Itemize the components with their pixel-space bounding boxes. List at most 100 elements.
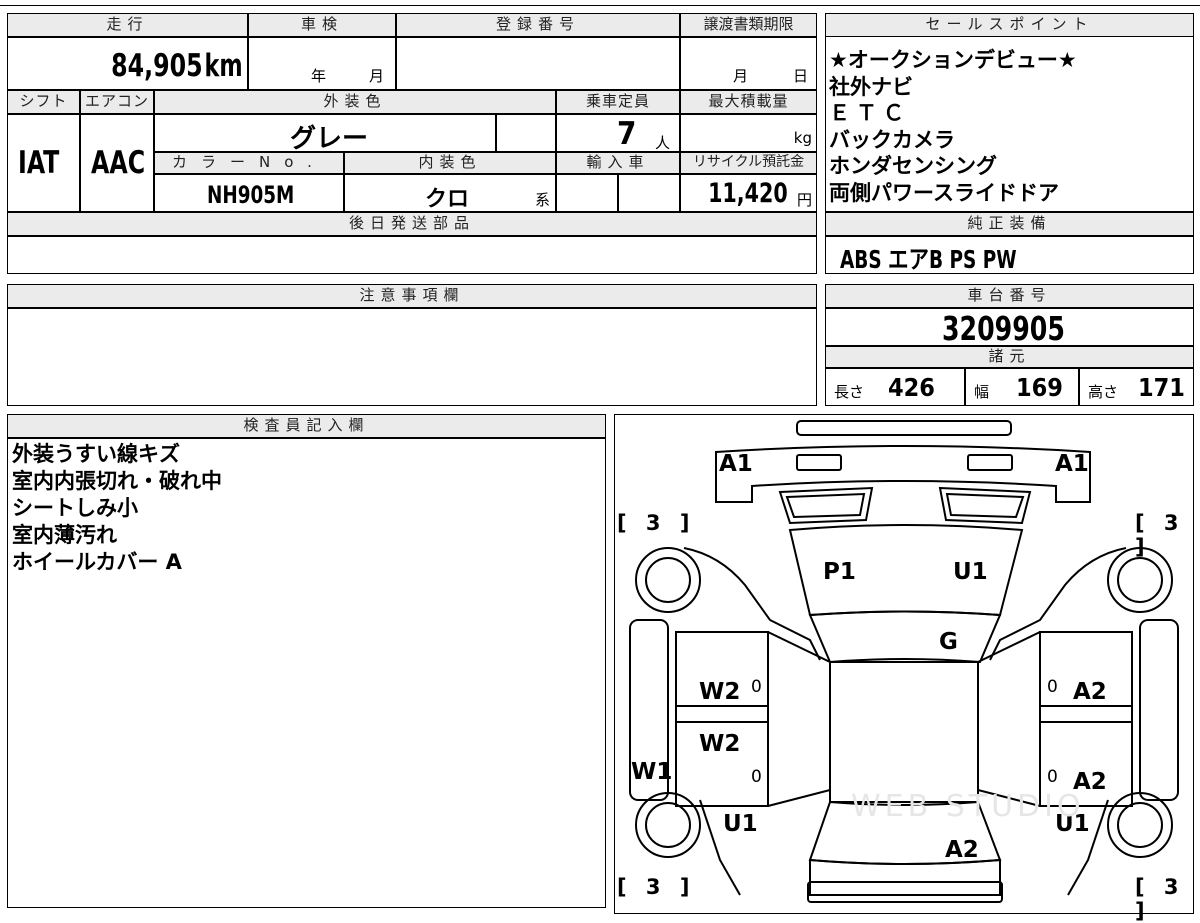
genuine-equipment-cell: ABS エアB PS PW (825, 236, 1194, 274)
ac-cell: AAC (80, 114, 154, 212)
mark-zero-3: 0 (751, 767, 762, 787)
mark-w2-lower: W2 (699, 731, 741, 757)
capacity-value: 7 (617, 116, 637, 152)
spec-width-value: 169 (1016, 373, 1063, 402)
spec-length-value: 426 (888, 373, 935, 402)
sales-point: ホンダセンシング (829, 154, 997, 178)
shaken-cell: 年 月 (248, 37, 396, 90)
later-parts-header: 後日発送部品 (7, 212, 817, 236)
shift-cell: IAT (7, 114, 80, 212)
notes-header: 注意事項欄 (7, 284, 817, 308)
capacity-unit: 人 (655, 134, 671, 152)
transfer-month: 月 (733, 67, 749, 85)
sales-point: 社外ナビ (829, 74, 913, 99)
transfer-deadline-header: 譲渡書類期限 (680, 13, 817, 37)
tire-tread-front-right: [ 3 ] (1135, 511, 1185, 559)
interior-color-header: 内装色 (344, 152, 556, 174)
spec-length-cell: 長さ 426 (825, 368, 965, 406)
shift-value: IAT (18, 145, 60, 181)
tire-tread-front-left: [ 3 ] (617, 511, 696, 535)
registration-header: 登録番号 (396, 13, 680, 37)
inspector-notes-list: 外装うすい線キズ 室内内張切れ・破れ中 シートしみ小 室内薄汚れ ホイールカバー… (12, 441, 602, 576)
interior-color-value: クロ (425, 187, 470, 212)
import-cell-a (556, 174, 618, 212)
chassis-number-cell: 3209905 (825, 308, 1194, 348)
chassis-number-value: 3209905 (942, 309, 1065, 348)
mark-u1-top: U1 (953, 559, 988, 585)
capacity-cell: 7 人 (556, 114, 680, 152)
mileage-unit: km (204, 48, 243, 84)
color-no-value: NH905M (207, 181, 295, 209)
mark-g: G (939, 629, 958, 655)
watermark: WEB STUDIO (851, 789, 1085, 824)
later-parts-cell (7, 236, 817, 274)
mark-zero-1: 0 (751, 677, 762, 697)
recycle-header: リサイクル預託金 (680, 152, 817, 174)
exterior-color-header: 外装色 (154, 90, 556, 114)
notes-cell (7, 308, 817, 406)
transfer-day: 日 (793, 67, 809, 85)
capacity-header: 乗車定員 (556, 90, 680, 114)
mileage-cell: 84,905 km (7, 37, 248, 90)
tire-tread-rear-right: [ 3 ] (1135, 875, 1185, 923)
tire-tread-rear-left: [ 3 ] (617, 875, 696, 899)
sales-points-header: セールスポイント (825, 13, 1194, 37)
recycle-value: 11,420 (708, 178, 788, 209)
exterior-color-extra (496, 114, 556, 152)
mark-zero-4: 0 (1047, 767, 1058, 787)
sales-point: 両側パワースライドドア (829, 180, 1059, 205)
ac-header: エアコン (80, 90, 154, 114)
mark-u1-left: U1 (723, 811, 758, 837)
mark-a1-left: A1 (719, 451, 753, 477)
interior-color-suffix: 系 (535, 191, 551, 209)
shaken-header: 車検 (248, 13, 396, 37)
inspector-note: ホイールカバー A (12, 550, 182, 574)
mileage-header: 走行 (7, 13, 248, 37)
mark-zero-2: 0 (1047, 677, 1058, 697)
registration-cell (396, 37, 680, 90)
sales-point: ＥＴＣ (829, 101, 910, 125)
shaken-year: 年 (311, 67, 327, 85)
recycle-unit: 円 (796, 191, 812, 209)
sales-point: バックカメラ (829, 127, 955, 152)
mark-a2-upper: A2 (1073, 679, 1107, 705)
spec-width-label: 幅 (974, 383, 990, 401)
exterior-color-cell: グレー (154, 114, 496, 154)
genuine-equipment-header: 純正装備 (825, 212, 1194, 236)
spec-height-cell: 高さ 171 (1079, 368, 1194, 406)
inspector-note: 外装うすい線キズ (12, 442, 180, 466)
inspector-notes-header: 検査員記入欄 (7, 414, 606, 438)
exterior-color-value: グレー (290, 124, 369, 154)
top-edge-fragment (0, 0, 1200, 6)
mark-p1: P1 (823, 559, 856, 585)
mark-w2-upper: W2 (699, 679, 741, 705)
mileage-value: 84,905 (111, 48, 203, 84)
import-header: 輸入車 (556, 152, 680, 174)
inspector-note: 室内薄汚れ (12, 523, 117, 547)
mark-a1-right: A1 (1055, 451, 1089, 477)
spec-height-value: 171 (1138, 373, 1185, 402)
mark-a2-rear: A2 (945, 837, 979, 863)
recycle-cell: 11,420 円 (680, 174, 817, 212)
sales-points-list: ★オークションデビュー★ 社外ナビ ＥＴＣ バックカメラ ホンダセンシング 両側… (829, 47, 1189, 206)
mark-w1: W1 (631, 759, 673, 785)
transfer-deadline-cell: 月 日 (680, 37, 817, 90)
spec-width-cell: 幅 169 (965, 368, 1079, 406)
specs-header: 諸元 (825, 346, 1194, 368)
color-no-cell: NH905M (154, 174, 344, 212)
chassis-number-header: 車台番号 (825, 284, 1194, 308)
sales-point: ★オークションデビュー★ (829, 48, 1077, 72)
inspector-note: シートしみ小 (12, 496, 138, 520)
color-no-header: カラーNo. (154, 152, 344, 174)
max-load-cell: kg (680, 114, 817, 152)
ac-value: AAC (91, 145, 146, 181)
shaken-month: 月 (369, 67, 385, 85)
import-cell-b (618, 174, 680, 212)
inspector-note: 室内内張切れ・破れ中 (12, 469, 222, 493)
spec-length-label: 長さ (834, 383, 865, 401)
interior-color-cell: クロ 系 (344, 174, 556, 212)
shift-header: シフト (7, 90, 80, 114)
car-diagram-panel: A1 A1 P1 U1 G W2 0 A2 0 W2 W1 0 A2 0 U1 … (614, 414, 1194, 923)
genuine-equipment-value: ABS エアB PS PW (840, 245, 1017, 274)
car-outline (629, 420, 1179, 903)
